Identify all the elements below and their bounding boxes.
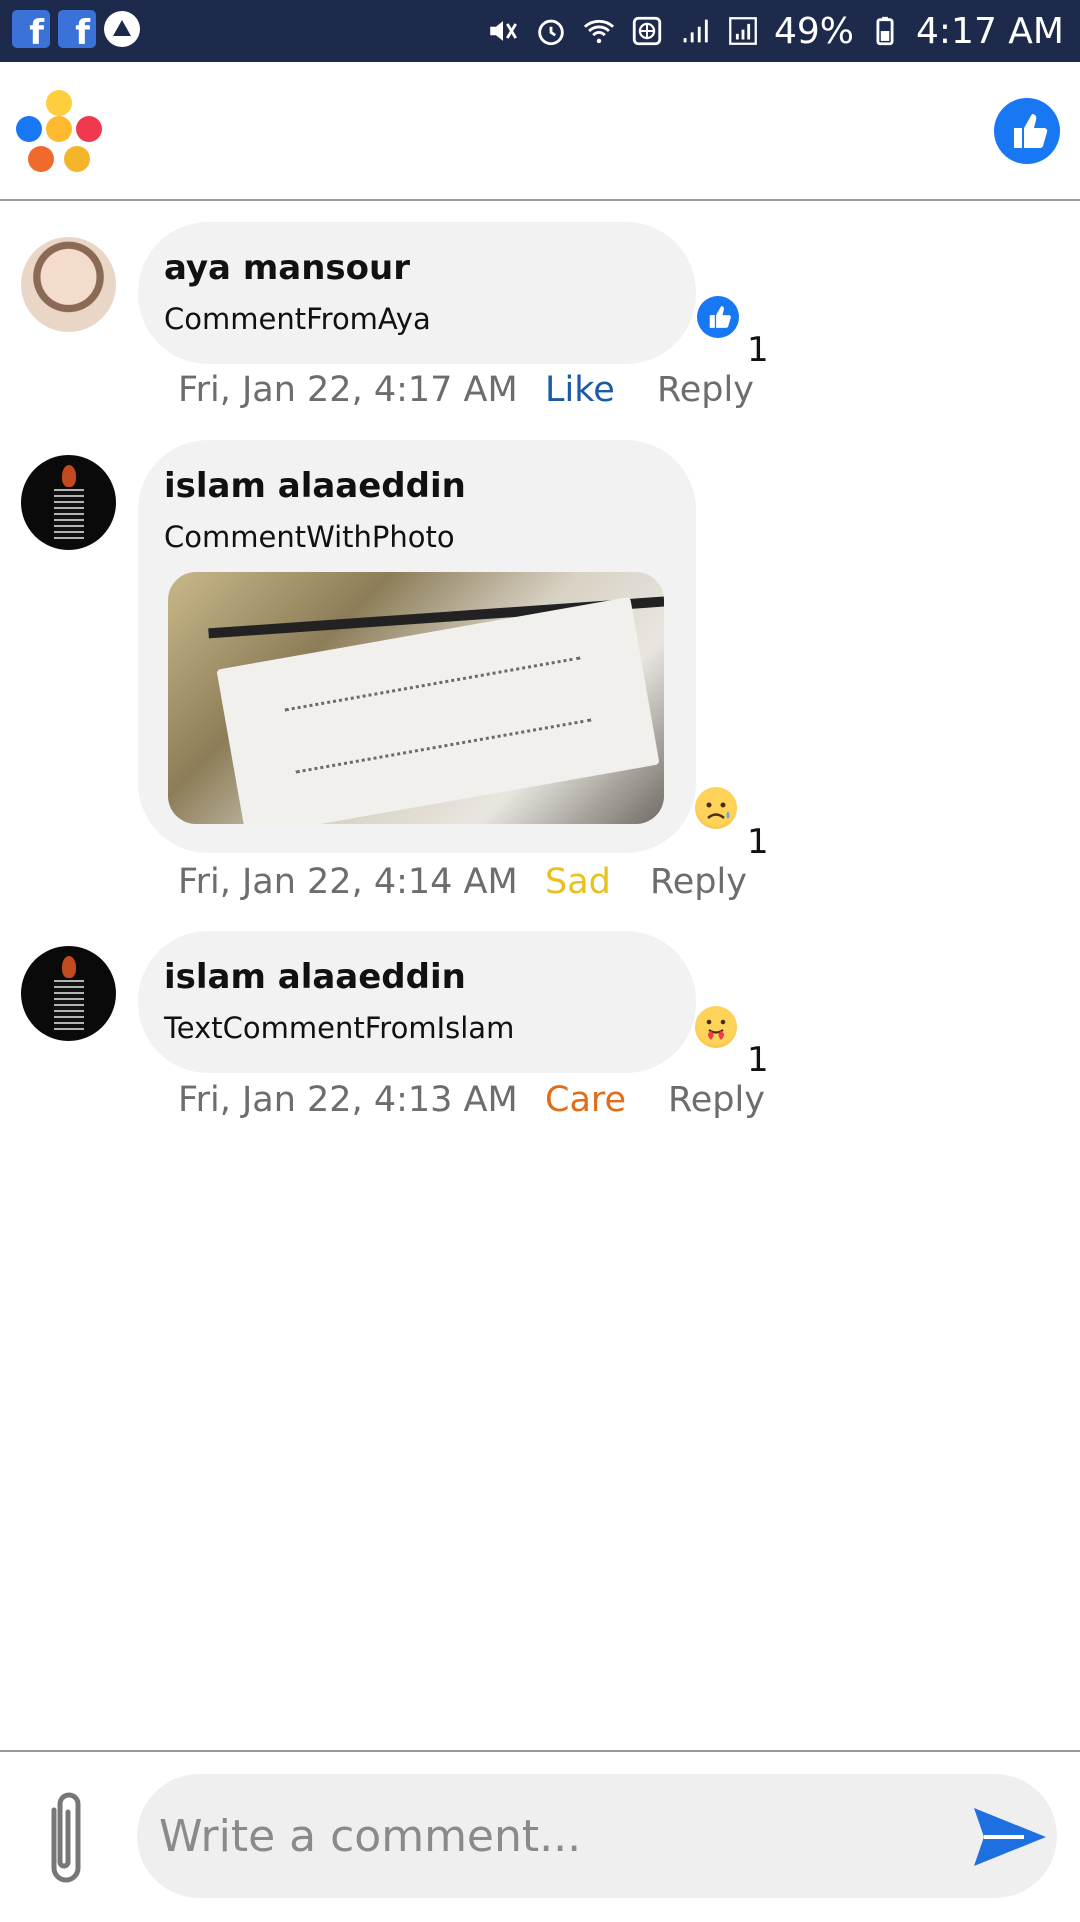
battery-icon <box>876 16 894 46</box>
reaction-count: 1 <box>747 330 769 370</box>
comment-input[interactable] <box>137 1774 1057 1898</box>
paperclip-icon[interactable] <box>40 1790 92 1886</box>
reactions-cluster-icon[interactable] <box>14 90 104 174</box>
like-button[interactable] <box>994 98 1060 164</box>
reaction-count: 1 <box>747 822 769 862</box>
signal-icon <box>729 17 757 45</box>
like-action[interactable]: Like <box>545 370 615 410</box>
avatar[interactable] <box>21 946 116 1041</box>
reactions-header <box>0 62 1080 201</box>
comment-timestamp: Fri, Jan 22, 4:17 AM <box>178 370 518 410</box>
signal-icon <box>683 19 708 43</box>
like-icon <box>1014 114 1048 148</box>
reply-button[interactable]: Reply <box>657 370 754 410</box>
haha-icon <box>46 116 72 142</box>
like-icon[interactable] <box>697 296 739 338</box>
reply-button[interactable]: Reply <box>668 1080 765 1120</box>
comment-timestamp: Fri, Jan 22, 4:13 AM <box>178 1080 518 1120</box>
status-time: 4:17 AM <box>916 10 1064 52</box>
comment-author[interactable]: islam alaaeddin <box>164 957 466 997</box>
globe-icon <box>632 16 662 46</box>
status-bar: f f 49% 4:17 AM <box>0 0 1080 62</box>
care-icon[interactable] <box>695 1006 737 1048</box>
comment-timestamp: Fri, Jan 22, 4:14 AM <box>178 862 518 902</box>
comment-composer <box>0 1750 1080 1922</box>
care-action[interactable]: Care <box>545 1080 626 1120</box>
comment-author[interactable]: aya mansour <box>164 248 410 288</box>
comment-bubble: aya mansour CommentFromAya <box>138 222 696 364</box>
alarm-icon <box>538 19 564 46</box>
sad-action[interactable]: Sad <box>545 862 611 902</box>
status-bar-right: 49% 4:17 AM <box>486 8 1064 54</box>
facebook-icon: f <box>12 10 50 50</box>
care-icon <box>64 146 90 172</box>
comment-bubble: islam alaaeddin TextCommentFromIslam <box>138 931 696 1073</box>
avatar[interactable] <box>21 237 116 332</box>
battery-percent: 49% <box>774 10 855 52</box>
angry-icon <box>28 146 54 172</box>
comment-author[interactable]: islam alaaeddin <box>164 466 466 506</box>
reply-button[interactable]: Reply <box>650 862 747 902</box>
send-icon[interactable] <box>970 1804 1050 1870</box>
like-icon <box>16 116 42 142</box>
wow-icon <box>46 90 72 116</box>
delta-icon <box>104 11 140 47</box>
comment-text: TextCommentFromIslam <box>164 1011 515 1045</box>
facebook-icon: f <box>58 10 96 50</box>
comment-text: CommentFromAya <box>164 302 431 336</box>
comment-bubble: islam alaaeddin CommentWithPhoto <box>138 440 696 853</box>
love-icon <box>76 116 102 142</box>
status-bar-left: f f <box>12 10 140 50</box>
reaction-count: 1 <box>747 1040 769 1080</box>
mute-icon <box>490 21 517 41</box>
comment-photo[interactable] <box>168 572 664 824</box>
sad-icon[interactable] <box>695 787 737 829</box>
comment-text: CommentWithPhoto <box>164 520 455 554</box>
avatar[interactable] <box>21 455 116 550</box>
wifi-icon <box>583 19 615 44</box>
